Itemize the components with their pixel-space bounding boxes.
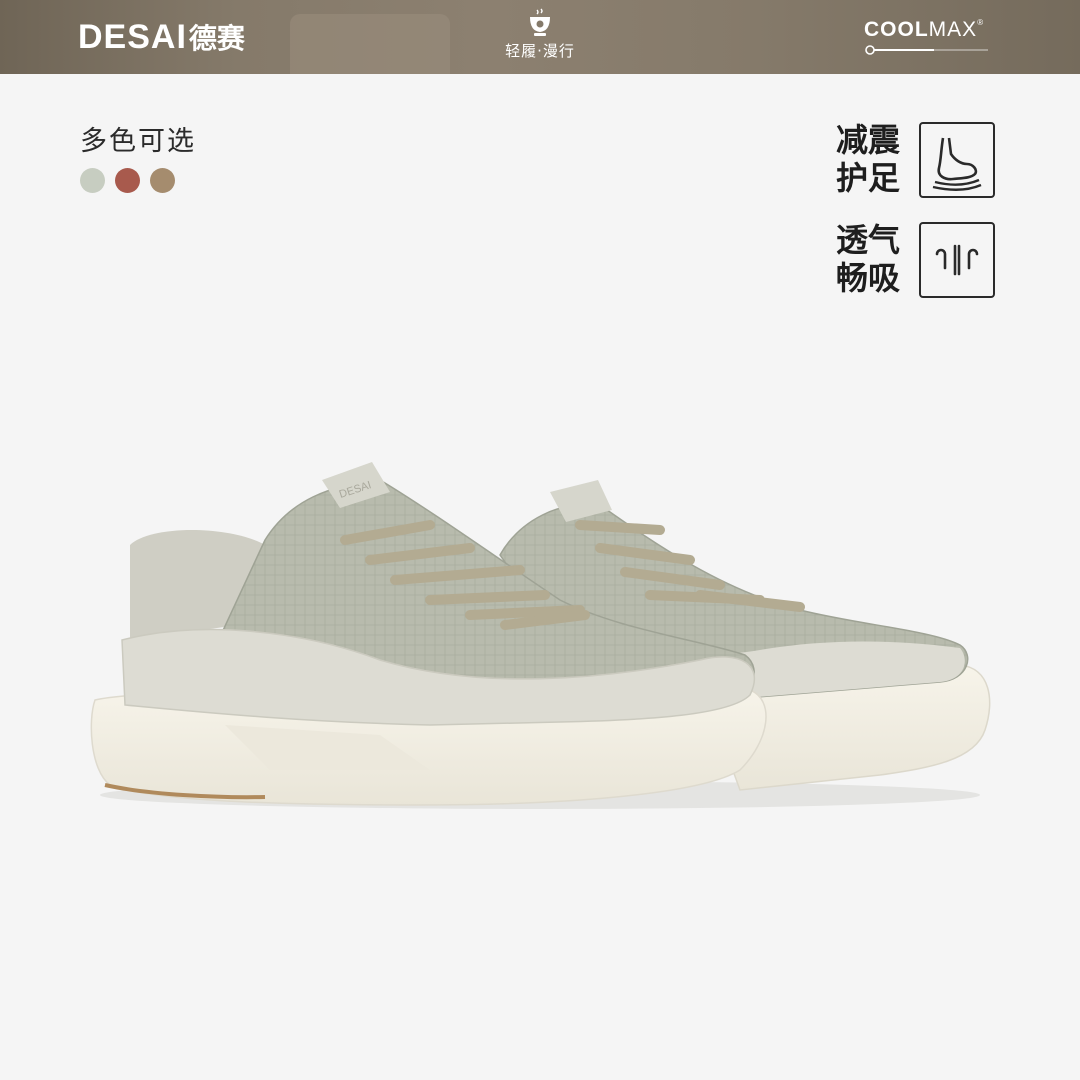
product-image: DESAI [90,462,991,809]
